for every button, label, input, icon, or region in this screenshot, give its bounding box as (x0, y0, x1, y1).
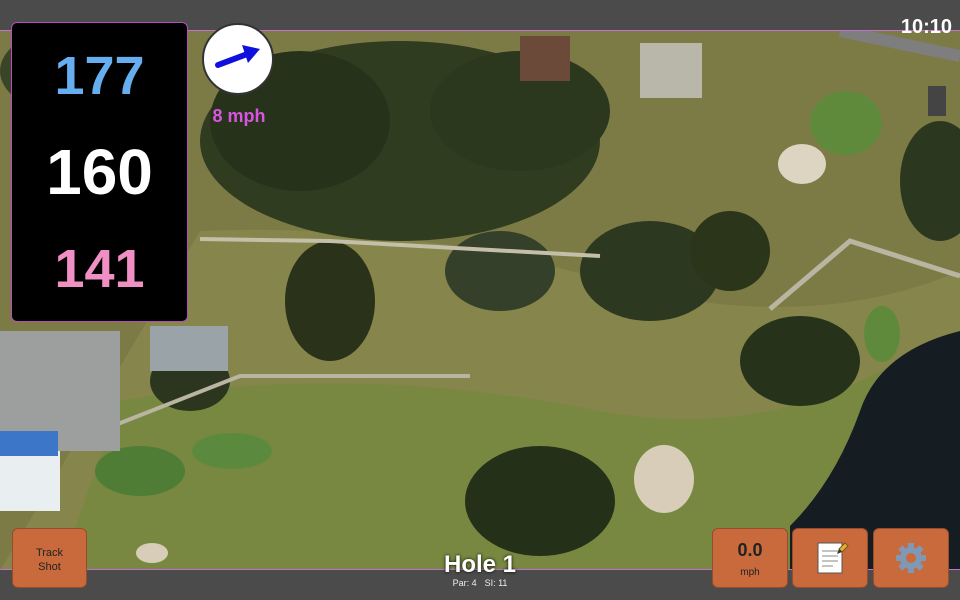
wind-direction-arrow-icon (215, 45, 260, 68)
gear-icon (896, 543, 926, 573)
track-shot-label-line1: Track (35, 547, 64, 559)
middle-distance: 160 (46, 136, 153, 208)
hole-details: Par: 4 SI: 11 (380, 578, 580, 588)
wind-speed: 8 mph (212, 106, 266, 126)
hole-par: Par: 4 (452, 578, 477, 588)
settings-button[interactable] (873, 528, 949, 588)
notes-button[interactable] (792, 528, 868, 588)
distance-panel: 177 160 141 (11, 22, 188, 322)
notepad-icon (817, 542, 849, 574)
hole-stroke-index: SI: 11 (484, 578, 508, 588)
clock: 10:10 (900, 16, 952, 38)
speed-value: 0.0 (737, 540, 763, 560)
track-shot-label-line2: Shot (38, 561, 61, 573)
front-distance: 141 (54, 239, 145, 299)
back-distance: 177 (54, 46, 145, 106)
speed-unit: mph (740, 567, 760, 578)
track-shot-button[interactable]: Track Shot (12, 528, 87, 588)
hole-title: Hole 1 (443, 551, 517, 578)
speed-button[interactable]: 0.0 mph (712, 528, 788, 588)
hole-info: Hole 1 Par: 4 SI: 11 (380, 551, 580, 588)
wind-direction-indicator (202, 23, 274, 95)
